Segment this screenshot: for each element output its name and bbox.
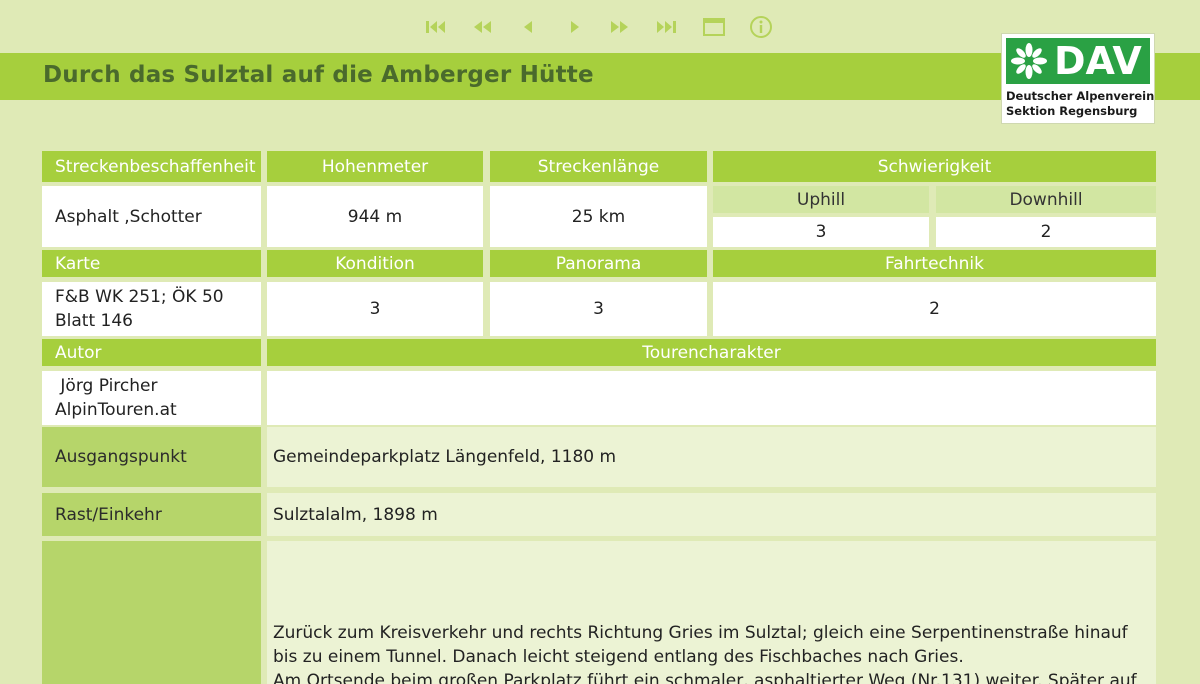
skip-first-icon[interactable] [422,12,450,42]
label-rast-einkehr: Rast/Einkehr [42,493,261,536]
description-line-2: bis zu einem Tunnel. Danach leicht steig… [273,647,964,667]
header-streckenlaenge: Streckenlänge [490,151,707,182]
logo-line-1: Deutscher Alpenverein [1006,89,1155,103]
value-uphill: 3 [713,217,929,247]
subheader-downhill: Downhill [936,186,1156,213]
skip-last-icon[interactable] [652,12,680,42]
tour-description: Zurück zum Kreisverkehr und rechts Richt… [267,541,1156,684]
karte-line-2: Blatt 146 [55,311,133,331]
window-icon[interactable] [700,12,728,42]
label-ausgangspunkt: Ausgangspunkt [42,427,261,487]
value-streckenbeschaffenheit: Asphalt ,Schotter [42,186,261,247]
description-line-3: Am Ortsende beim großen Parkplatz führt … [273,671,1137,684]
header-schwierigkeit: Schwierigkeit [713,151,1156,182]
value-ausgangspunkt: Gemeindeparkplatz Längenfeld, 1180 m [267,427,1156,487]
autor-line-2: AlpinTouren.at [55,400,177,420]
edelweiss-icon [1011,43,1047,79]
label-description [42,541,261,684]
header-karte: Karte [42,250,261,277]
prev-icon[interactable] [514,12,542,42]
value-streckenlaenge: 25 km [490,186,707,247]
dav-logo: DAV Deutscher Alpenverein Sektion Regens… [1002,34,1154,123]
value-autor: Jörg Pircher AlpinTouren.at [42,371,261,425]
logo-green-block: DAV [1006,38,1150,84]
logo-brand: DAV [1054,39,1142,83]
header-tourencharakter: Tourencharakter [267,339,1156,366]
header-hohenmeter: Hohenmeter [267,151,483,182]
header-kondition: Kondition [267,250,483,277]
subheader-uphill: Uphill [713,186,929,213]
value-fahrtechnik: 2 [713,282,1156,336]
karte-line-1: F&B WK 251; ÖK 50 [55,287,224,307]
value-rast-einkehr: Sulztalalm, 1898 m [267,493,1156,536]
next-icon[interactable] [560,12,588,42]
header-autor: Autor [42,339,261,366]
header-panorama: Panorama [490,250,707,277]
value-karte: F&B WK 251; ÖK 50 Blatt 146 [42,282,261,336]
value-tourencharakter [267,371,1156,425]
description-line-1: Zurück zum Kreisverkehr und rechts Richt… [273,623,1128,643]
page-title: Durch das Sulztal auf die Amberger Hütte [43,62,594,88]
value-downhill: 2 [936,217,1156,247]
logo-line-2: Sektion Regensburg [1006,104,1138,118]
header-streckenbeschaffenheit: Streckenbeschaffenheit [42,151,261,182]
value-hohenmeter: 944 m [267,186,483,247]
fast-back-icon[interactable] [468,12,496,42]
value-panorama: 3 [490,282,707,336]
header-fahrtechnik: Fahrtechnik [713,250,1156,277]
fast-forward-icon[interactable] [606,12,634,42]
value-kondition: 3 [267,282,483,336]
autor-line-1: Jörg Pircher [55,376,158,396]
info-icon[interactable] [747,12,775,42]
